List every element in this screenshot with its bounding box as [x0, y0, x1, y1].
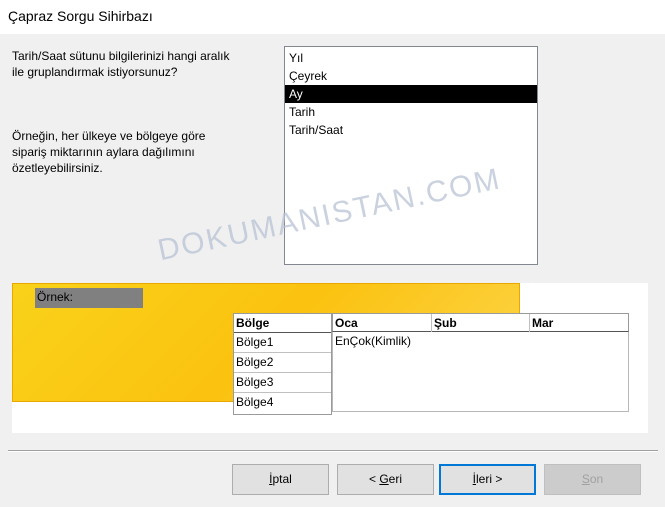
list-item-tarih-saat[interactable]: Tarih/Saat	[285, 121, 537, 139]
footer-separator	[8, 450, 658, 452]
column-header-3: Mar	[529, 314, 628, 332]
sample-value-grid: EnÇok(Kimlik)	[332, 332, 629, 412]
row-header-3: Bölge3	[234, 373, 331, 393]
row-header-title: Bölge	[234, 314, 331, 333]
example-text: Örneğin, her ülkeye ve bölgeye göre sipa…	[12, 128, 272, 176]
example-line-3: özetleyebilirsiniz.	[12, 161, 103, 175]
sample-row-headers: Bölge Bölge1 Bölge2 Bölge3 Bölge4	[233, 313, 332, 415]
cancel-button-label: ptal	[272, 472, 292, 486]
list-item-ceyrek[interactable]: Çeyrek	[285, 67, 537, 85]
finish-button-label: on	[589, 472, 604, 486]
example-line-1: Örneğin, her ülkeye ve bölgeye göre	[12, 129, 206, 143]
example-line-2: sipariş miktarının aylara dağılımını	[12, 145, 195, 159]
sample-column-headers: Oca Şub Mar	[332, 313, 629, 332]
row-header-2: Bölge2	[234, 353, 331, 373]
finish-button-mnemonic: S	[581, 472, 590, 486]
back-button-prefix: <	[368, 472, 380, 486]
question-text: Tarih/Saat sütunu bilgilerinizi hangi ar…	[12, 48, 272, 80]
row-header-4: Bölge4	[236, 395, 274, 409]
next-button-label: leri >	[476, 472, 503, 486]
question-line-1: Tarih/Saat sütunu bilgilerinizi hangi ar…	[12, 49, 230, 63]
cancel-button[interactable]: İptal	[232, 464, 329, 495]
window-title: Çapraz Sorgu Sihirbazı	[8, 8, 153, 24]
column-header-1: Oca	[335, 316, 358, 330]
column-header-2: Şub	[431, 314, 530, 332]
back-button[interactable]: < Geri	[337, 464, 434, 495]
list-item-tarih[interactable]: Tarih	[285, 103, 537, 121]
next-button[interactable]: İleri >	[439, 464, 536, 495]
row-header-1: Bölge1	[234, 333, 331, 353]
list-item-ay-selected[interactable]: Ay	[285, 85, 537, 103]
list-item-yil[interactable]: Yıl	[285, 49, 537, 67]
finish-button[interactable]: Son	[544, 464, 641, 495]
sample-value-cell: EnÇok(Kimlik)	[335, 334, 412, 348]
back-button-mnemonic: G	[379, 472, 389, 486]
title-bar: Çapraz Sorgu Sihirbazı	[0, 0, 665, 34]
sample-label: Örnek:	[35, 288, 143, 308]
question-line-2: ile gruplandırmak istiyorsunuz?	[12, 65, 178, 79]
back-button-label: eri	[388, 472, 403, 486]
